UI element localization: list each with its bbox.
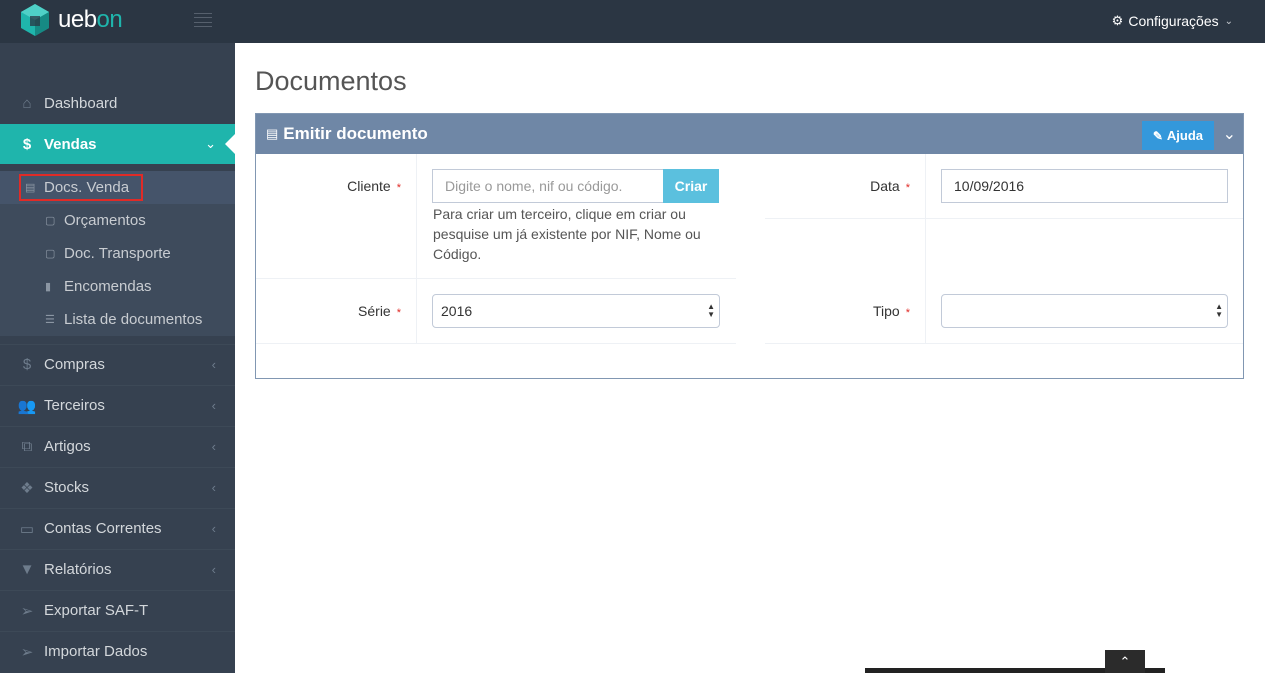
scroll-to-top-button[interactable]: ⌃ bbox=[1105, 650, 1145, 673]
page-title: Documentos bbox=[255, 66, 407, 96]
cubes-icon: ❖ bbox=[20, 479, 34, 497]
divider bbox=[925, 154, 926, 344]
config-label: Configurações bbox=[1128, 13, 1219, 29]
sidebar-subitem-orcamentos[interactable]: ▢ Orçamentos bbox=[0, 204, 235, 237]
tipo-select[interactable]: ▲ ▼ bbox=[941, 294, 1228, 328]
sidebar-item-artigos[interactable]: ⧉ Artigos ‹ bbox=[0, 426, 235, 466]
filter-icon: ▼ bbox=[19, 561, 35, 578]
active-indicator bbox=[225, 134, 235, 154]
sidebar-item-terceiros[interactable]: 👥 Terceiros ‹ bbox=[0, 385, 235, 425]
sitemap-icon: ⧉ bbox=[21, 438, 33, 455]
document-icon: ▤ bbox=[266, 126, 279, 141]
chevron-down-icon: ⌄ bbox=[205, 136, 216, 151]
panel-title: Emitir documento bbox=[283, 124, 428, 143]
divider bbox=[256, 343, 736, 344]
subitem-label: Lista de documentos bbox=[64, 311, 203, 328]
sidebar-item-label: Contas Correntes bbox=[44, 520, 162, 537]
serie-selected-value: 2016 bbox=[441, 303, 473, 319]
dollar-icon: $ bbox=[22, 356, 32, 373]
logo[interactable]: uebon bbox=[18, 0, 123, 40]
help-button-label: Ajuda bbox=[1166, 128, 1203, 143]
panel-header: ▤ Emitir documento ✎ Ajuda ⌄ bbox=[256, 114, 1243, 154]
pencil-icon: ✎ bbox=[1152, 128, 1163, 143]
dollar-icon: $ bbox=[22, 135, 32, 153]
sidebar-item-label: Dashboard bbox=[44, 94, 118, 112]
subitem-label: Encomendas bbox=[64, 278, 152, 295]
chevron-down-icon[interactable]: ⌄ bbox=[1223, 124, 1236, 144]
sidebar: ⌂ Dashboard $ Vendas ⌄ ▤ Docs. Venda ▢ O… bbox=[0, 43, 235, 673]
sidebar-subitem-doc-transporte[interactable]: ▢ Doc. Transporte bbox=[0, 237, 235, 270]
sidebar-item-contas-correntes[interactable]: ▭ Contas Correntes ‹ bbox=[0, 508, 235, 548]
chevron-left-icon: ‹ bbox=[211, 398, 216, 413]
file-icon: ▮ bbox=[45, 281, 52, 293]
serie-select[interactable]: 2016 ▲ ▼ bbox=[432, 294, 720, 328]
logo-text: uebon bbox=[58, 6, 123, 33]
credit-card-icon: ▭ bbox=[19, 520, 35, 538]
chevron-left-icon: ‹ bbox=[211, 521, 216, 536]
select-arrows-icon: ▲ ▼ bbox=[707, 302, 715, 319]
top-bar: uebon ⚙ Configurações ⌄ bbox=[0, 0, 1265, 43]
chevron-down-icon: ⌄ bbox=[1224, 15, 1233, 27]
sidebar-item-relatorios[interactable]: ▼ Relatórios ‹ bbox=[0, 549, 235, 589]
send-icon: ➢ bbox=[20, 643, 34, 661]
divider bbox=[416, 154, 417, 344]
sidebar-subitem-docs-venda[interactable]: ▤ Docs. Venda bbox=[0, 171, 235, 204]
chevron-left-icon: ‹ bbox=[211, 562, 216, 577]
chevron-left-icon: ‹ bbox=[211, 480, 216, 495]
document-icon: ▤ bbox=[25, 182, 36, 194]
sidebar-item-label: Exportar SAF-T bbox=[44, 602, 149, 619]
document-icon: ▢ bbox=[45, 215, 56, 227]
divider bbox=[256, 278, 736, 279]
tipo-label: Tipo * bbox=[873, 303, 910, 319]
vendas-submenu: ▤ Docs. Venda ▢ Orçamentos ▢ Doc. Transp… bbox=[0, 171, 235, 336]
select-arrows-icon: ▲ ▼ bbox=[1215, 302, 1223, 319]
sidebar-item-label: Vendas bbox=[44, 135, 97, 153]
gear-icon: ⚙ bbox=[1111, 13, 1124, 28]
logo-cube-icon bbox=[21, 4, 49, 36]
form-body: Cliente * Digite o nome, nif ou código. C… bbox=[256, 154, 1243, 379]
sidebar-item-stocks[interactable]: ❖ Stocks ‹ bbox=[0, 467, 235, 507]
sidebar-item-label: Compras bbox=[44, 356, 105, 373]
criar-button[interactable]: Criar bbox=[663, 169, 719, 203]
document-icon: ▢ bbox=[45, 248, 56, 260]
chevron-left-icon: ‹ bbox=[211, 357, 216, 372]
sidebar-item-importar-dados[interactable]: ➢ Importar Dados bbox=[0, 631, 235, 671]
sidebar-item-label: Stocks bbox=[44, 479, 90, 496]
highlight-box: ▤ Docs. Venda bbox=[19, 174, 144, 201]
divider bbox=[765, 218, 1243, 219]
sidebar-item-dashboard[interactable]: ⌂ Dashboard bbox=[0, 83, 235, 123]
subitem-label: Docs. Venda bbox=[44, 179, 130, 196]
sidebar-subitem-encomendas[interactable]: ▮ Encomendas bbox=[0, 270, 235, 303]
users-icon: 👥 bbox=[17, 397, 37, 415]
chevron-left-icon: ‹ bbox=[211, 439, 216, 454]
sidebar-item-vendas[interactable]: $ Vendas ⌄ bbox=[0, 124, 235, 164]
menu-toggle-icon[interactable] bbox=[194, 13, 212, 27]
help-button[interactable]: ✎ Ajuda bbox=[1141, 121, 1214, 150]
sidebar-item-label: Relatórios bbox=[44, 561, 112, 578]
data-label: Data * bbox=[870, 178, 910, 194]
serie-label: Série * bbox=[358, 303, 401, 319]
divider bbox=[765, 343, 1243, 344]
sidebar-item-label: Importar Dados bbox=[44, 643, 148, 660]
sidebar-subitem-lista-documentos[interactable]: ☰ Lista de documentos bbox=[0, 303, 235, 336]
cliente-help-text: Para criar um terceiro, clique em criar … bbox=[433, 206, 701, 262]
emitir-documento-panel: ▤ Emitir documento ✎ Ajuda ⌄ Cliente * Di… bbox=[255, 113, 1244, 379]
data-field[interactable]: 10/09/2016 bbox=[941, 169, 1228, 203]
config-menu[interactable]: ⚙ Configurações ⌄ bbox=[1112, 13, 1233, 29]
list-icon: ☰ bbox=[45, 314, 55, 326]
sidebar-item-label: Terceiros bbox=[44, 397, 105, 414]
sidebar-item-compras[interactable]: $ Compras ‹ bbox=[0, 344, 235, 384]
home-icon: ⌂ bbox=[22, 94, 32, 112]
subitem-label: Doc. Transporte bbox=[64, 245, 171, 262]
sidebar-item-exportar-saft[interactable]: ➢ Exportar SAF-T bbox=[0, 590, 235, 630]
sidebar-item-label: Artigos bbox=[44, 438, 91, 455]
subitem-label: Orçamentos bbox=[64, 212, 146, 229]
chevron-up-icon: ⌃ bbox=[1119, 653, 1131, 669]
cliente-search-input[interactable]: Digite o nome, nif ou código. bbox=[432, 169, 664, 203]
send-icon: ➢ bbox=[20, 602, 34, 620]
cliente-label: Cliente * bbox=[347, 178, 401, 194]
